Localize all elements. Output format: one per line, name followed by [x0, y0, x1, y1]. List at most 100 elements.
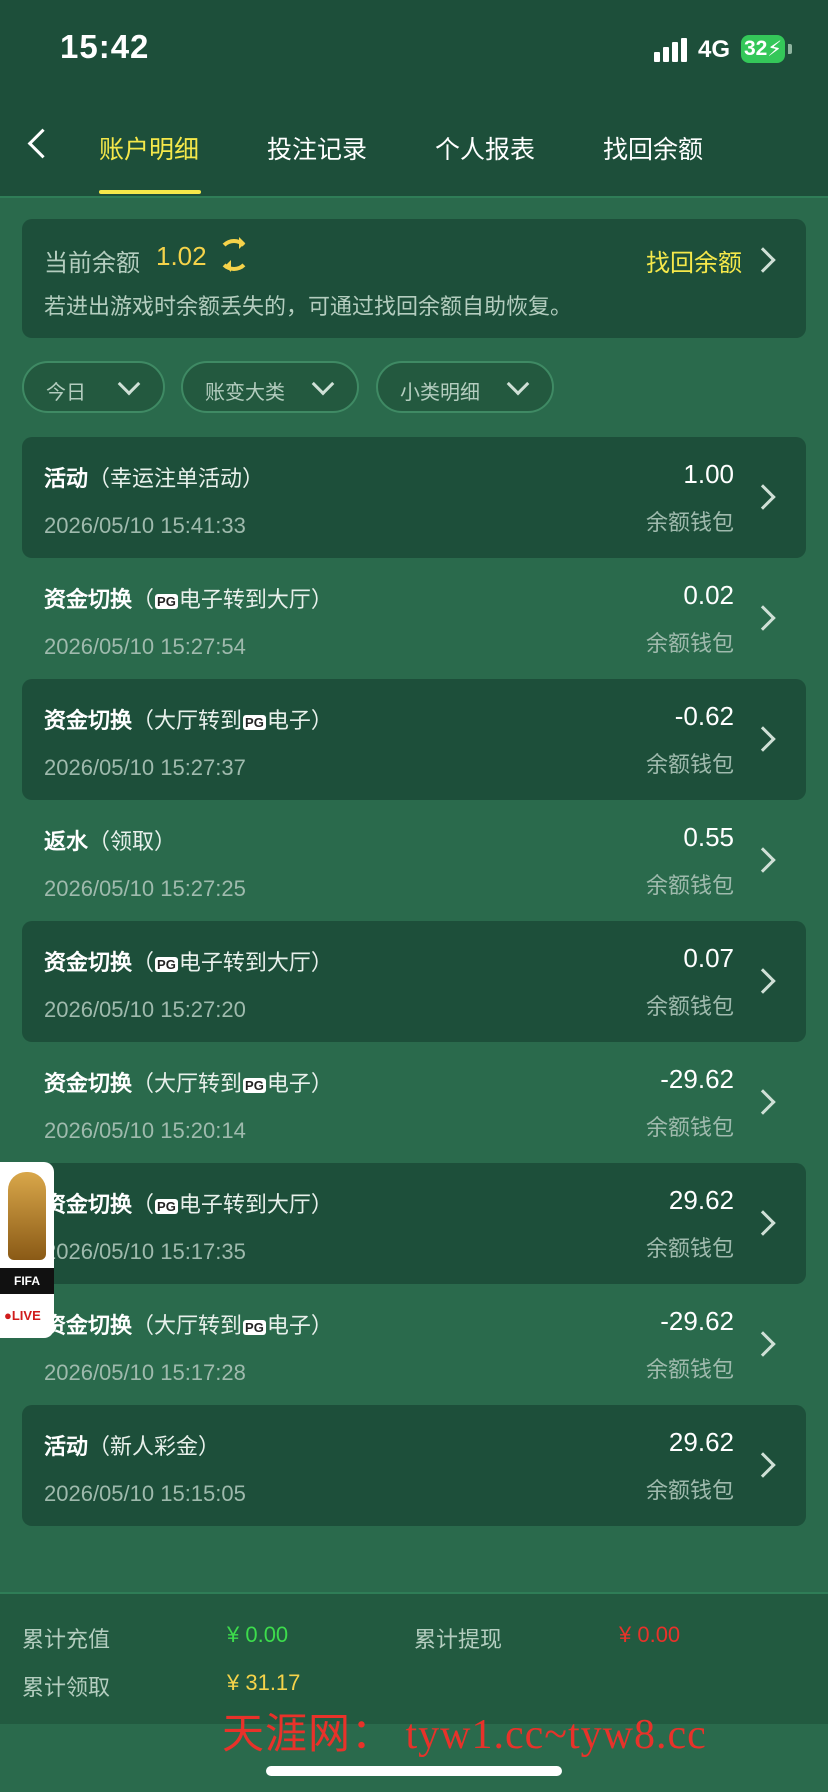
transaction-row[interactable]: 资金切换（大厅转到 PG 电子） 2026/05/10 15:20:14 -29.6…: [22, 1042, 806, 1163]
transaction-title: 活动（新人彩金）: [44, 1434, 221, 1459]
transaction-amount: 29.62: [668, 1427, 734, 1457]
transaction-title: 资金切换（大厅转到 PG 电子）: [44, 1313, 333, 1338]
back-icon[interactable]: [20, 124, 60, 164]
transaction-wallet: 余额钱包: [645, 1357, 734, 1382]
home-indicator: [266, 1766, 562, 1776]
transaction-title: 资金切换（ PG 电子转到大厅）: [44, 950, 333, 975]
transaction-row[interactable]: 资金切换（大厅转到 PG 电子） 2026/05/10 15:27:37 -0.62…: [22, 679, 806, 800]
transaction-amount: 0.02: [683, 580, 734, 610]
transaction-wallet: 余额钱包: [645, 1115, 734, 1140]
transaction-amount: -0.62: [674, 701, 734, 731]
balance-card: 当前余额 1.02 找回余额 若进出游戏时余额丢失的，可通过找回余额自助恢复。: [22, 219, 806, 338]
transaction-time: 2026/05/10 15:27:25: [44, 876, 246, 901]
transaction-amount: -29.62: [660, 1064, 734, 1094]
pg-logo: PG: [155, 956, 178, 972]
pg-logo: PG: [243, 714, 266, 730]
transaction-row[interactable]: 活动（幸运注单活动） 2026/05/10 15:41:33 1.00 余额钱包: [22, 437, 806, 558]
chevron-down-icon: [117, 372, 141, 396]
refresh-icon[interactable]: [218, 237, 250, 272]
chevron-right-icon: [750, 484, 776, 510]
total-claimed-label: 累计领取: [22, 1675, 111, 1700]
transaction-wallet: 余额钱包: [645, 631, 734, 656]
chevron-down-icon: [506, 372, 530, 396]
pg-logo: PG: [155, 593, 178, 609]
tab-account-details[interactable]: 账户明细: [99, 130, 199, 166]
tab-bet-records[interactable]: 投注记录: [267, 130, 367, 166]
tab-recover-balance[interactable]: 找回余额: [603, 130, 703, 166]
transaction-wallet: 余额钱包: [645, 1478, 734, 1503]
transaction-wallet: 余额钱包: [645, 510, 734, 535]
chevron-right-icon: [750, 1089, 776, 1115]
active-tab-indicator: [99, 190, 201, 194]
watermark: 天涯网： tyw1.cc~tyw8.cc: [222, 1712, 707, 1758]
transaction-wallet: 余额钱包: [645, 873, 734, 898]
filter-category[interactable]: 账变大类: [181, 361, 359, 413]
filter-date[interactable]: 今日: [22, 361, 165, 413]
transaction-wallet: 余额钱包: [645, 994, 734, 1019]
transaction-row[interactable]: 返水（领取） 2026/05/10 15:27:25 0.55 余额钱包: [22, 800, 806, 921]
transaction-time: 2026/05/10 15:17:35: [44, 1239, 246, 1264]
transaction-title: 资金切换（大厅转到 PG 电子）: [44, 708, 333, 733]
transaction-amount: 29.62: [668, 1185, 734, 1215]
total-deposit-value: ¥ 0.00: [227, 1622, 289, 1647]
transaction-time: 2026/05/10 15:15:05: [44, 1481, 246, 1506]
transaction-title: 资金切换（ PG 电子转到大厅）: [44, 587, 333, 612]
pg-logo: PG: [243, 1077, 266, 1093]
transaction-wallet: 余额钱包: [645, 752, 734, 777]
recover-balance-link[interactable]: 找回余额: [646, 243, 742, 278]
transaction-row[interactable]: 资金切换（ PG 电子转到大厅） 2026/05/10 15:27:20 0.07 …: [22, 921, 806, 1042]
transaction-row[interactable]: 资金切换（ PG 电子转到大厅） 2026/05/10 15:17:35 29.62…: [22, 1163, 806, 1284]
transaction-amount: 0.55: [683, 822, 734, 852]
transaction-wallet: 余额钱包: [645, 1236, 734, 1261]
transaction-row[interactable]: 资金切换（大厅转到 PG 电子） 2026/05/10 15:17:28 -29.6…: [22, 1284, 806, 1405]
transaction-amount: -29.62: [660, 1306, 734, 1336]
chevron-right-icon: [750, 605, 776, 631]
transaction-time: 2026/05/10 15:27:54: [44, 634, 246, 659]
filter-date-label: 今日: [46, 382, 86, 404]
transaction-title: 资金切换（ PG 电子转到大厅）: [44, 1192, 333, 1217]
transaction-row[interactable]: 活动（新人彩金） 2026/05/10 15:15:05 29.62 余额钱包: [22, 1405, 806, 1526]
transaction-time: 2026/05/10 15:27:20: [44, 997, 246, 1022]
fifa-live-badge[interactable]: FIFA ●LIVE: [0, 1162, 54, 1338]
header: 15:42 4G 32 ⚡ 账户明细 投注记录 个人报表 找回余额: [0, 0, 828, 198]
filter-category-label: 账变大类: [205, 382, 285, 404]
battery-tip: [788, 44, 792, 54]
transaction-time: 2026/05/10 15:41:33: [44, 513, 246, 538]
filter-subcategory[interactable]: 小类明细: [376, 361, 554, 413]
pg-logo: PG: [155, 1198, 178, 1214]
pg-logo: PG: [243, 1319, 266, 1335]
total-withdraw-label: 累计提现: [414, 1627, 503, 1652]
chevron-right-icon: [750, 726, 776, 752]
network-type: 4G: [698, 36, 731, 63]
total-withdraw-value: ¥ 0.00: [619, 1622, 681, 1647]
chevron-right-icon: [750, 1452, 776, 1478]
chevron-right-icon: [750, 1331, 776, 1357]
status-time: 15:42: [60, 28, 150, 65]
fifa-label: FIFA: [0, 1268, 54, 1294]
transaction-time: 2026/05/10 15:17:28: [44, 1360, 246, 1385]
live-label: ●LIVE: [4, 1308, 41, 1323]
chevron-right-icon: [750, 1210, 776, 1236]
transaction-title: 返水（领取）: [44, 829, 177, 854]
chevron-right-icon: [750, 968, 776, 994]
chevron-down-icon: [311, 372, 335, 396]
tab-personal-report[interactable]: 个人报表: [435, 130, 535, 166]
total-claimed-value: ¥ 31.17: [227, 1670, 301, 1695]
total-deposit-label: 累计充值: [22, 1627, 111, 1652]
chevron-right-icon: [750, 847, 776, 873]
transaction-row[interactable]: 资金切换（ PG 电子转到大厅） 2026/05/10 15:27:54 0.02 …: [22, 558, 806, 679]
transaction-amount: 0.07: [683, 943, 734, 973]
balance-value: 1.02: [156, 241, 207, 271]
balance-label: 当前余额: [44, 250, 140, 277]
signal-strength-icon: [654, 38, 688, 62]
transaction-title: 活动（幸运注单活动）: [44, 466, 265, 491]
trophy-icon: [8, 1172, 46, 1260]
transaction-title: 资金切换（大厅转到 PG 电子）: [44, 1071, 333, 1096]
filter-subcategory-label: 小类明细: [400, 382, 480, 404]
transaction-time: 2026/05/10 15:27:37: [44, 755, 246, 780]
chevron-right-icon[interactable]: [750, 247, 776, 273]
battery-icon: 32 ⚡: [741, 35, 785, 63]
transaction-time: 2026/05/10 15:20:14: [44, 1118, 246, 1143]
balance-hint: 若进出游戏时余额丢失的，可通过找回余额自助恢复。: [44, 294, 573, 319]
transaction-list: 活动（幸运注单活动） 2026/05/10 15:41:33 1.00 余额钱包…: [22, 437, 806, 1526]
